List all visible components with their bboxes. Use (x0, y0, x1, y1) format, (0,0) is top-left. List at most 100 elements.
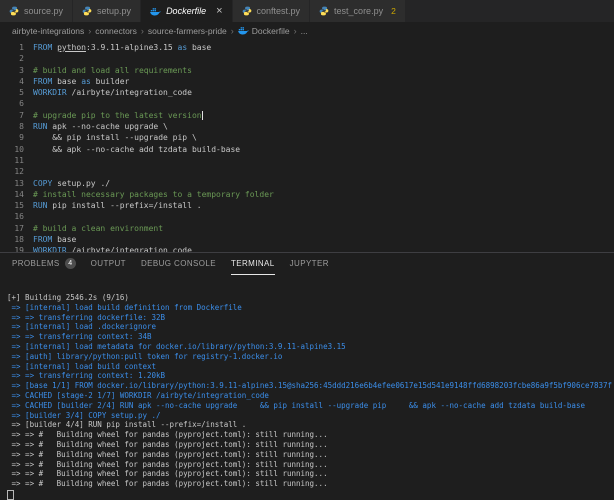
panel-tab-jupyter[interactable]: JUPYTER (290, 253, 329, 275)
tab-source.py[interactable]: source.py (0, 0, 74, 22)
code-text: # install necessary packages to a tempor… (33, 189, 274, 199)
tab-test_core.py[interactable]: test_core.py 2 (310, 0, 406, 22)
code-text: WORKDIR /airbyte/integration_code (33, 88, 192, 98)
code-line: 17 # build a clean environment (0, 223, 614, 234)
breadcrumb-item[interactable]: source-farmers-pride (148, 26, 227, 36)
code-line: 16 (0, 211, 614, 222)
terminal-line: => CACHED [builder 2/4] RUN apk --no-cac… (7, 400, 585, 410)
code-line: 4 FROM base as builder (0, 76, 614, 87)
line-number: 11 (14, 155, 24, 165)
line-number: 7 (19, 110, 24, 120)
panel-tab-terminal[interactable]: TERMINAL (230, 253, 275, 275)
python-icon (82, 6, 92, 16)
python-icon (242, 6, 252, 16)
panel-tab-label: JUPYTER (289, 259, 329, 268)
terminal-line: => [auth] library/python:pull token for … (7, 351, 283, 361)
line-number: 19 (14, 246, 24, 252)
code-text: RUN pip install --prefix=/install . (33, 201, 202, 211)
python-icon (319, 6, 329, 16)
panel-tab-label: TERMINAL (230, 259, 275, 268)
code-text: && pip install --upgrade pip \ (33, 133, 197, 143)
code-line: 12 (0, 166, 614, 177)
code-editor[interactable]: 1 FROM python:3.9.11-alpine3.15 as base 2 3… (0, 40, 614, 252)
code-line: 7 # upgrade pip to the latest version (0, 110, 614, 121)
tab-label: Dockerfile (166, 6, 207, 16)
code-text: RUN apk --no-cache upgrade \ (33, 122, 168, 132)
close-icon[interactable]: × (216, 5, 222, 17)
code-line: 10 && apk --no-cache add tzdata build-ba… (0, 144, 614, 155)
terminal-line: => [base 1/1] FROM docker.io/library/pyt… (7, 381, 613, 391)
tab-Dockerfile[interactable]: Dockerfile × (141, 0, 233, 22)
panel-tab-problems[interactable]: PROBLEMS 4 (12, 253, 76, 275)
editor-cursor (201, 110, 203, 120)
terminal-line: => => # Building wheel for pandas (pypro… (7, 459, 328, 469)
code-line: 1 FROM python:3.9.11-alpine3.15 as base (0, 42, 614, 53)
code-line: 11 (0, 155, 614, 166)
line-number: 5 (19, 88, 24, 98)
tab-label: test_core.py (334, 6, 384, 16)
terminal-line: => [builder 4/4] RUN pip install --prefi… (7, 420, 247, 430)
terminal-cursor (7, 489, 14, 500)
breadcrumb-item[interactable]: Dockerfile (237, 26, 290, 37)
breadcrumb-label: airbyte-integrations (12, 26, 85, 36)
terminal-line: => => transferring context: 1.20kB (7, 371, 166, 381)
tab-bar: source.py setup.py Dockerfile × conftest.py t… (0, 0, 614, 22)
docker-icon (150, 7, 161, 16)
terminal-line: => [internal] load build definition from… (7, 302, 242, 312)
line-number: 12 (14, 167, 24, 177)
line-number: 13 (14, 178, 24, 188)
line-number: 6 (19, 99, 24, 109)
panel-tab-label: DEBUG CONSOLE (140, 259, 216, 268)
code-text: # build and load all requirements (33, 65, 192, 75)
line-number: 14 (14, 189, 24, 199)
code-text: && apk --no-cache add tzdata build-base (33, 144, 241, 154)
code-line: 8 RUN apk --no-cache upgrade \ (0, 121, 614, 132)
line-number: 18 (14, 235, 24, 245)
terminal-line: => => # Building wheel for pandas (pypro… (7, 439, 328, 449)
terminal-line: => => # Building wheel for pandas (pypro… (7, 479, 328, 489)
breadcrumb-label: Dockerfile (251, 26, 290, 36)
line-number: 1 (19, 43, 24, 52)
terminal-line: => => # Building wheel for pandas (pypro… (7, 449, 328, 459)
code-line: 19 WORKDIR /airbyte/integration_code (0, 245, 614, 252)
terminal-line: => => # Building wheel for pandas (pypro… (7, 469, 328, 479)
line-number: 16 (14, 212, 24, 222)
code-line: 6 (0, 98, 614, 109)
code-text: # build a clean environment (33, 223, 164, 233)
panel-tab-label: PROBLEMS (12, 259, 60, 268)
code-text: FROM base as builder (33, 76, 130, 86)
chevron-right-icon: › (88, 26, 92, 36)
tab-conftest.py[interactable]: conftest.py (232, 0, 311, 22)
terminal-line: => => # Building wheel for pandas (pypro… (7, 430, 328, 440)
code-line: 5 WORKDIR /airbyte/integration_code (0, 87, 614, 98)
code-line: 9 && pip install --upgrade pip \ (0, 132, 614, 143)
line-number: 3 (19, 65, 24, 75)
tab-number-badge: 2 (391, 6, 396, 16)
terminal-line: => [internal] load build context (7, 361, 157, 371)
terminal-line: [+] Building 2546.2s (9/16) (7, 293, 129, 302)
breadcrumb-item[interactable]: airbyte-integrations (12, 26, 84, 36)
panel-tab-label: OUTPUT (90, 259, 126, 268)
tab-label: source.py (24, 6, 64, 16)
terminal[interactable]: [+] Building 2546.2s (9/16) => [internal… (0, 275, 614, 500)
line-number: 2 (19, 54, 24, 64)
code-line: 14 # install necessary packages to a temp… (0, 189, 614, 200)
line-number: 17 (14, 223, 24, 233)
code-text: COPY setup.py ./ (33, 178, 111, 188)
panel-tab-debug-console[interactable]: DEBUG CONSOLE (141, 253, 216, 275)
code-line: 13 COPY setup.py ./ (0, 178, 614, 189)
breadcrumb-item[interactable]: connectors (95, 26, 137, 36)
code-text: FROM base (33, 235, 77, 245)
panel-tab-output[interactable]: OUTPUT (91, 253, 126, 275)
tab-setup.py[interactable]: setup.py (73, 0, 142, 22)
breadcrumb-label: ... (300, 26, 308, 36)
tab-label: conftest.py (256, 6, 301, 16)
breadcrumb-item[interactable]: ... (301, 26, 308, 36)
vscode-window: source.py setup.py Dockerfile × conftest.py t… (0, 0, 614, 500)
terminal-line: => [internal] load .dockerignore (7, 322, 157, 332)
code-line: 18 FROM base (0, 234, 614, 245)
code-line: 2 (0, 53, 614, 64)
tab-label: setup.py (97, 6, 132, 16)
line-number: 9 (19, 133, 24, 143)
chevron-right-icon: › (230, 26, 234, 36)
